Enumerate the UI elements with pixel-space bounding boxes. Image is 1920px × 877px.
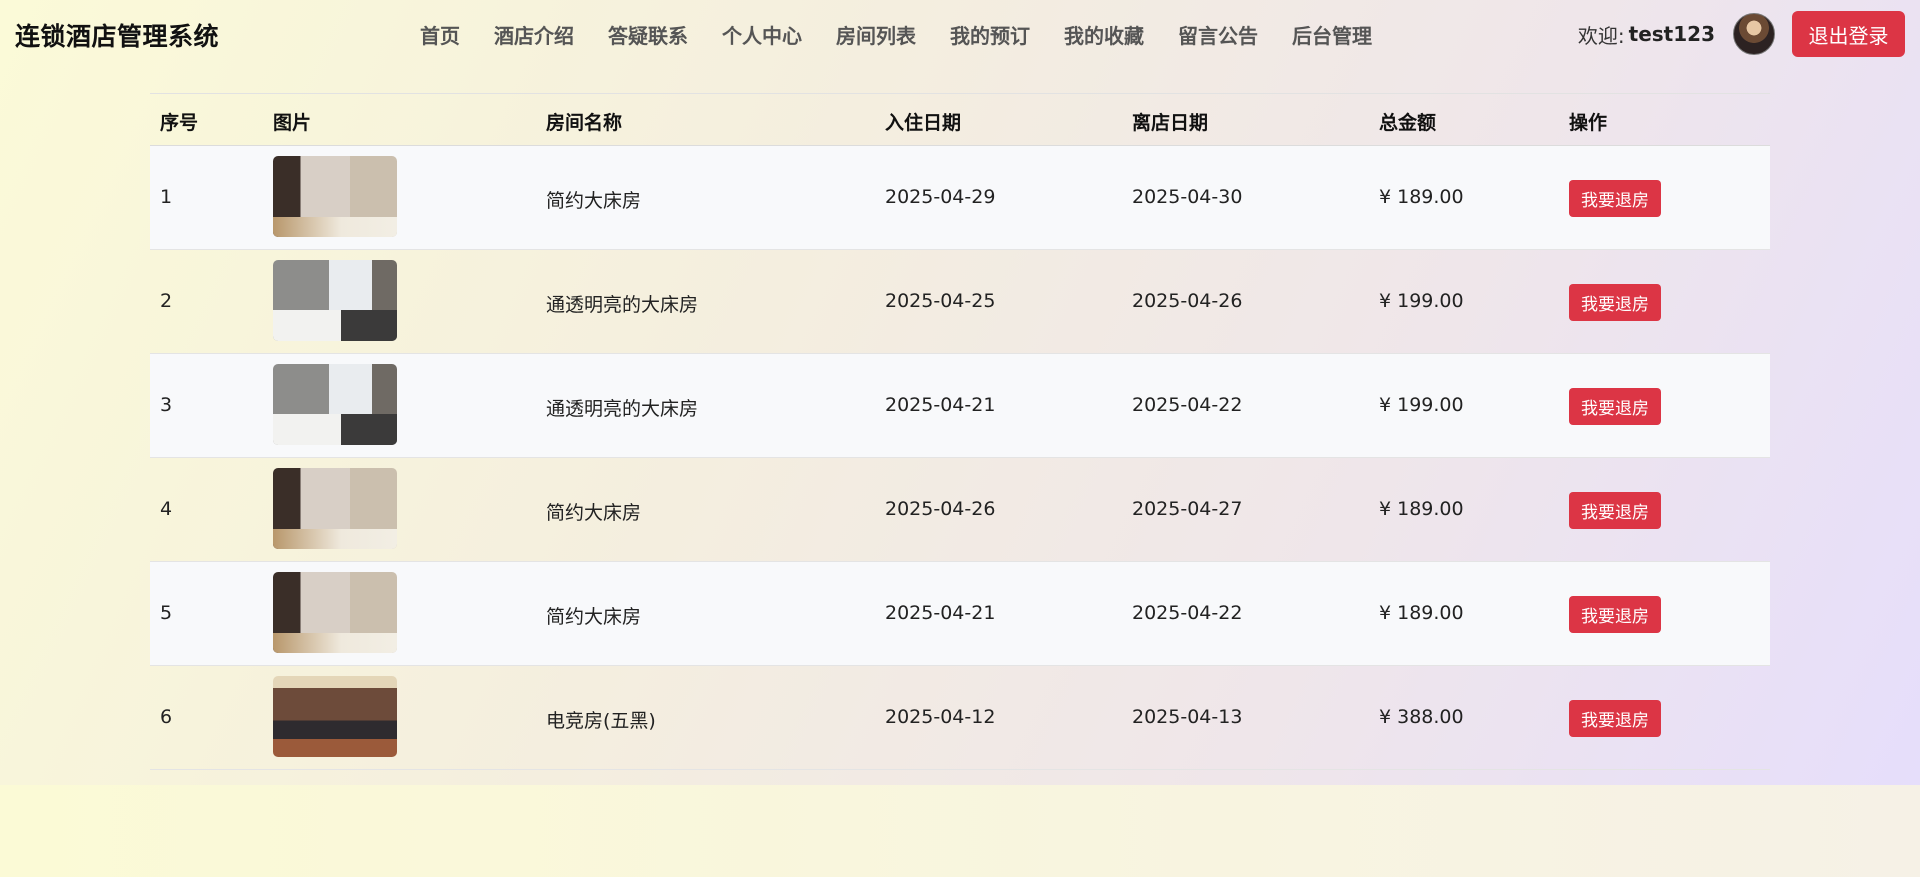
welcome-label: 欢迎:: [1577, 23, 1625, 48]
checkout-button[interactable]: 我要退房: [1569, 180, 1661, 217]
nav-my-bookings[interactable]: 我的预订: [950, 20, 1030, 49]
avatar[interactable]: [1733, 13, 1775, 55]
col-image: 图片: [273, 112, 312, 134]
checkin-date: 2025-04-21: [885, 394, 996, 416]
username: test123: [1628, 22, 1715, 46]
col-index: 序号: [160, 112, 199, 134]
checkout-date: 2025-04-22: [1132, 602, 1243, 624]
nav-my-favorites[interactable]: 我的收藏: [1064, 20, 1144, 49]
top-header: 连锁酒店管理系统 首页 酒店介绍 答疑联系 个人中心 房间列表 我的预订 我的收…: [0, 0, 1920, 68]
checkout-date: 2025-04-13: [1132, 706, 1243, 728]
checkout-button[interactable]: 我要退房: [1569, 284, 1661, 321]
user-area: 欢迎: test123 退出登录: [1578, 11, 1905, 57]
row-index: 2: [160, 290, 173, 312]
checkin-date: 2025-04-26: [885, 498, 996, 520]
nav-admin[interactable]: 后台管理: [1292, 20, 1372, 49]
main-nav: 首页 酒店介绍 答疑联系 个人中心 房间列表 我的预订 我的收藏 留言公告 后台…: [420, 20, 1406, 49]
checkout-date: 2025-04-30: [1132, 186, 1243, 208]
room-name: 简约大床房: [546, 502, 642, 524]
booking-table: 序号 图片 房间名称 入住日期 离店日期 总金额 操作 1 简约大床房 2025…: [150, 93, 1770, 770]
room-name: 通透明亮的大床房: [546, 398, 699, 420]
checkout-button[interactable]: 我要退房: [1569, 700, 1661, 737]
table-row: 5 简约大床房 2025-04-21 2025-04-22 ¥ 189.00 我…: [150, 562, 1770, 666]
room-name: 简约大床房: [546, 190, 642, 212]
checkin-date: 2025-04-29: [885, 186, 996, 208]
checkout-button[interactable]: 我要退房: [1569, 596, 1661, 633]
row-index: 6: [160, 706, 173, 728]
room-thumbnail: [273, 468, 397, 549]
table-row: 1 简约大床房 2025-04-29 2025-04-30 ¥ 189.00 我…: [150, 146, 1770, 250]
table-row: 2 通透明亮的大床房 2025-04-25 2025-04-26 ¥ 199.0…: [150, 250, 1770, 354]
page-footer-area: [0, 785, 1920, 877]
nav-messages[interactable]: 留言公告: [1178, 20, 1258, 49]
row-index: 4: [160, 498, 173, 520]
row-index: 3: [160, 394, 173, 416]
room-name: 通透明亮的大床房: [546, 294, 699, 316]
table-row: 4 简约大床房 2025-04-26 2025-04-27 ¥ 189.00 我…: [150, 458, 1770, 562]
room-thumbnail: [273, 364, 397, 445]
room-thumbnail: [273, 676, 397, 757]
col-total: 总金额: [1379, 112, 1437, 134]
nav-hotel-intro[interactable]: 酒店介绍: [494, 20, 574, 49]
table-header: 序号 图片 房间名称 入住日期 离店日期 总金额 操作: [150, 93, 1770, 146]
total-amount: ¥ 388.00: [1379, 706, 1464, 728]
total-amount: ¥ 189.00: [1379, 186, 1464, 208]
room-thumbnail: [273, 572, 397, 653]
checkin-date: 2025-04-21: [885, 602, 996, 624]
row-index: 1: [160, 186, 173, 208]
checkout-date: 2025-04-22: [1132, 394, 1243, 416]
app-background: 连锁酒店管理系统 首页 酒店介绍 答疑联系 个人中心 房间列表 我的预订 我的收…: [0, 0, 1920, 785]
checkout-button[interactable]: 我要退房: [1569, 388, 1661, 425]
col-action: 操作: [1569, 112, 1608, 134]
checkin-date: 2025-04-25: [885, 290, 996, 312]
table-row: 6 电竞房(五黑) 2025-04-12 2025-04-13 ¥ 388.00…: [150, 666, 1770, 770]
col-checkin: 入住日期: [885, 112, 962, 134]
checkout-date: 2025-04-27: [1132, 498, 1243, 520]
nav-room-list[interactable]: 房间列表: [836, 20, 916, 49]
total-amount: ¥ 199.00: [1379, 290, 1464, 312]
room-thumbnail: [273, 260, 397, 341]
nav-home[interactable]: 首页: [420, 20, 460, 49]
row-index: 5: [160, 602, 173, 624]
table-row: 3 通透明亮的大床房 2025-04-21 2025-04-22 ¥ 199.0…: [150, 354, 1770, 458]
total-amount: ¥ 189.00: [1379, 498, 1464, 520]
brand-title: 连锁酒店管理系统: [15, 22, 220, 51]
checkout-date: 2025-04-26: [1132, 290, 1243, 312]
nav-personal-center[interactable]: 个人中心: [722, 20, 802, 49]
checkin-date: 2025-04-12: [885, 706, 996, 728]
total-amount: ¥ 189.00: [1379, 602, 1464, 624]
room-name: 简约大床房: [546, 606, 642, 628]
logout-button[interactable]: 退出登录: [1792, 11, 1905, 57]
total-amount: ¥ 199.00: [1379, 394, 1464, 416]
checkout-button[interactable]: 我要退房: [1569, 492, 1661, 529]
col-room-name: 房间名称: [546, 112, 623, 134]
nav-faq-contact[interactable]: 答疑联系: [608, 20, 688, 49]
col-checkout: 离店日期: [1132, 112, 1209, 134]
room-name: 电竞房(五黑): [546, 710, 656, 732]
room-thumbnail: [273, 156, 397, 237]
